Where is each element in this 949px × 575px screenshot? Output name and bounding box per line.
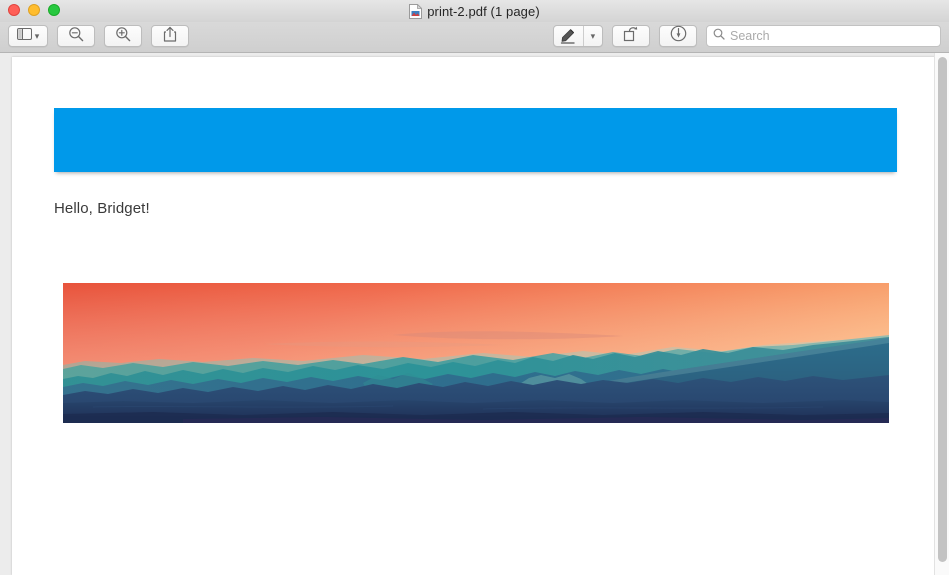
share-icon — [163, 26, 177, 47]
document-content-area[interactable]: Hello, Bridget! — [0, 53, 949, 575]
sidebar-toggle-button[interactable]: ▾ — [8, 25, 48, 47]
search-placeholder: Search — [730, 29, 770, 43]
pdf-document-icon — [409, 3, 423, 19]
zoom-in-button[interactable] — [104, 25, 142, 47]
markup-chevron-down-icon[interactable]: ▾ — [584, 26, 602, 46]
markup-button[interactable]: ▾ — [553, 25, 603, 47]
vertical-scrollbar[interactable] — [934, 53, 949, 575]
search-icon — [713, 27, 725, 45]
zoom-out-button[interactable] — [57, 25, 95, 47]
window-title: print-2.pdf (1 page) — [427, 3, 540, 19]
zoom-out-icon — [68, 26, 84, 47]
rotate-left-icon — [623, 26, 640, 47]
window-titlebar: print-2.pdf (1 page) — [0, 0, 949, 22]
rotate-left-button[interactable] — [612, 25, 650, 47]
chevron-down-icon: ▾ — [34, 30, 40, 41]
window-title-group: print-2.pdf (1 page) — [0, 0, 949, 22]
sidebar-icon — [16, 27, 32, 45]
pdf-preview-window: print-2.pdf (1 page) ▾ ▾ Search Hello, B… — [0, 0, 949, 575]
toolbar-left-group: ▾ — [8, 25, 189, 47]
pdf-page: Hello, Bridget! — [12, 57, 940, 575]
greeting-text: Hello, Bridget! — [54, 200, 150, 217]
email-header-banner — [54, 108, 897, 172]
toolbar-right-group: ▾ Search — [553, 25, 941, 47]
scrollbar-thumb[interactable] — [938, 57, 947, 562]
hero-image-sunset-mountains — [63, 283, 889, 423]
markup-pen-icon[interactable] — [554, 26, 584, 46]
zoom-in-icon — [115, 26, 131, 47]
main-toolbar: ▾ ▾ Search — [0, 22, 949, 53]
share-button[interactable] — [151, 25, 189, 47]
search-input[interactable]: Search — [706, 25, 941, 47]
highlight-annotate-button[interactable] — [659, 25, 697, 47]
sign-annotate-icon — [670, 25, 687, 47]
chevron-down-glyph: ▾ — [590, 30, 596, 41]
